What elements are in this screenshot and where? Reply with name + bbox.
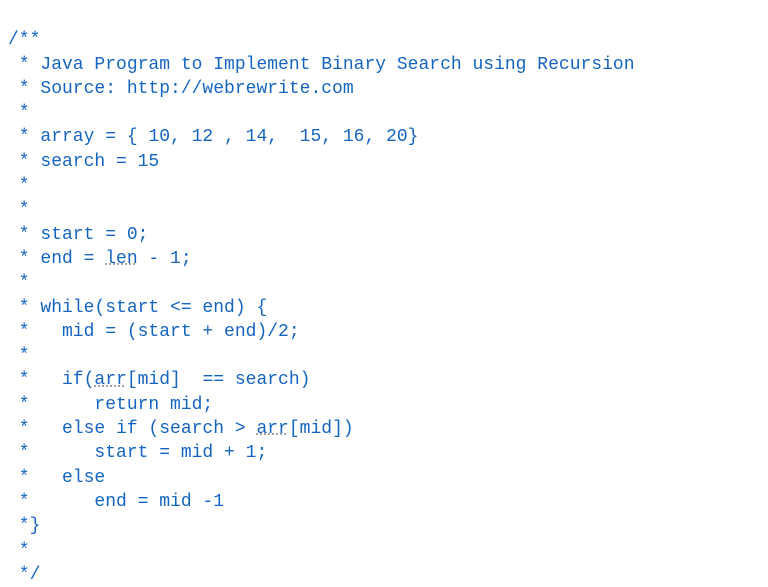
code-line: * — [8, 103, 30, 123]
code-line: * Java Program to Implement Binary Searc… — [8, 55, 635, 75]
code-line: * — [8, 176, 30, 196]
code-line: * — [8, 541, 30, 561]
code-line: * start = 0; — [8, 225, 148, 245]
code-line: * search = 15 — [8, 152, 159, 172]
code-line: * return mid; — [8, 395, 213, 415]
typo-underline: arr — [94, 370, 126, 390]
code-line: * Source: http://webrewrite.com — [8, 79, 354, 99]
code-line: * — [8, 273, 30, 293]
code-line: * array = { 10, 12 , 14, 15, 16, 20} — [8, 127, 418, 147]
code-line: *} — [8, 516, 40, 536]
code-line: * while(start <= end) { — [8, 298, 267, 318]
code-line: * mid = (start + end)/2; — [8, 322, 300, 342]
code-line: /** — [8, 30, 40, 50]
code-line: * else if (search > arr[mid]) — [8, 419, 354, 439]
code-line: * if(arr[mid] == search) — [8, 370, 310, 390]
code-line: * — [8, 200, 30, 220]
code-line: * else — [8, 468, 105, 488]
code-line: * end = len - 1; — [8, 249, 192, 269]
code-line: * end = mid -1 — [8, 492, 224, 512]
code-line: * start = mid + 1; — [8, 443, 267, 463]
code-block: /** * Java Program to Implement Binary S… — [8, 4, 760, 587]
typo-underline: len — [105, 249, 137, 269]
code-line: */ — [8, 565, 40, 585]
typo-underline: arr — [256, 419, 288, 439]
code-line: * — [8, 346, 30, 366]
